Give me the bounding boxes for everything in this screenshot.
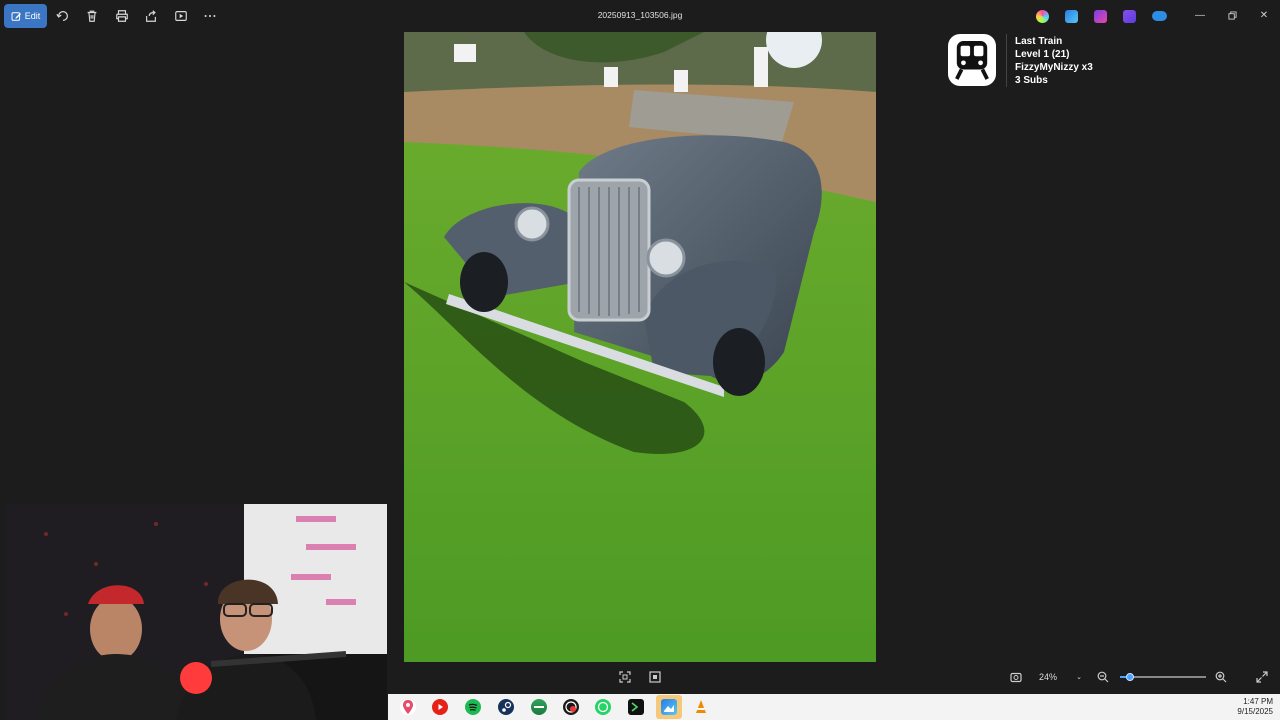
onedrive-icon[interactable] <box>1152 11 1167 21</box>
overlay-level: Level 1 (21) <box>1015 49 1070 60</box>
overlay-user: FizzyMyNizzy x3 <box>1015 62 1093 73</box>
restore-button[interactable] <box>1224 7 1240 23</box>
stream-overlay: Last Train Level 1 (21) FizzyMyNizzy x3 … <box>948 34 1093 87</box>
share-button[interactable] <box>143 8 159 24</box>
overlay-title: Last Train <box>1015 36 1063 47</box>
zoom-in-button[interactable] <box>1214 670 1228 684</box>
car-photo <box>404 32 876 662</box>
webcam-image <box>6 504 387 720</box>
visual-search-button[interactable] <box>1009 670 1023 684</box>
system-clock[interactable]: 1:47 PM 9/15/2025 <box>1237 697 1273 717</box>
expand-icon <box>1256 671 1268 683</box>
edit-button[interactable]: Edit <box>4 4 47 28</box>
steam-icon[interactable] <box>498 699 514 715</box>
file-name: 20250913_103506.jpg <box>597 10 683 20</box>
obs-icon[interactable] <box>563 699 579 715</box>
photo-canvas[interactable] <box>404 32 876 662</box>
taskbar: 1:47 PM 9/15/2025 <box>388 694 1280 720</box>
whatsapp-icon[interactable] <box>595 699 611 715</box>
slideshow-button[interactable] <box>173 8 189 24</box>
spotify-icon[interactable] <box>465 699 481 715</box>
designer-icon[interactable] <box>1123 10 1136 23</box>
minimize-icon: — <box>1195 9 1205 21</box>
delete-icon <box>87 10 97 22</box>
minimize-button[interactable]: — <box>1192 7 1208 23</box>
restore-icon <box>1227 10 1237 20</box>
train-icon <box>948 34 996 86</box>
rotate-icon <box>56 11 68 21</box>
fit-to-window-button[interactable] <box>618 670 632 684</box>
slideshow-icon <box>175 11 187 21</box>
zoom-in-icon <box>1215 671 1227 683</box>
close-button[interactable]: ✕ <box>1256 7 1272 23</box>
photos-app-window: Edit 20250913_103506.jpg — ✕ Last Train … <box>0 0 1280 720</box>
zoom-value: 24% <box>1039 672 1058 682</box>
more-icon <box>204 14 216 18</box>
zoom-out-button[interactable] <box>1096 670 1110 684</box>
title-bar: Edit 20250913_103506.jpg — ✕ <box>0 0 1280 32</box>
close-icon: ✕ <box>1259 9 1269 21</box>
vlc-icon[interactable] <box>693 699 709 715</box>
rotate-button[interactable] <box>55 8 71 24</box>
actual-size-icon <box>649 671 661 683</box>
webcam-feed <box>6 504 387 720</box>
zoom-level-dropdown[interactable]: 24% ⌄ <box>1032 668 1088 686</box>
chevron-down-icon: ⌄ <box>1076 674 1082 681</box>
zoom-slider[interactable] <box>1120 672 1208 682</box>
fit-icon <box>619 671 631 683</box>
terminal-icon[interactable] <box>628 699 644 715</box>
clipchamp-icon[interactable] <box>1094 10 1107 23</box>
edit-icon <box>11 11 21 21</box>
photos-icon[interactable] <box>661 699 677 715</box>
clock-date: 9/15/2025 <box>1237 707 1273 716</box>
print-button[interactable] <box>114 8 130 24</box>
zoom-out-icon <box>1097 671 1109 683</box>
zoom-slider-thumb[interactable] <box>1126 673 1134 681</box>
print-icon <box>116 10 128 22</box>
share-icon <box>146 10 156 22</box>
full-screen-button[interactable] <box>1255 670 1269 684</box>
actual-size-button[interactable] <box>648 670 662 684</box>
more-button[interactable] <box>202 8 218 24</box>
clock-time: 1:47 PM <box>1243 697 1273 706</box>
edit-label: Edit <box>24 11 41 21</box>
maps-icon[interactable] <box>400 699 416 715</box>
copilot-icon[interactable] <box>1036 10 1049 23</box>
camera-search-icon <box>1010 672 1022 683</box>
delete-button[interactable] <box>84 8 100 24</box>
youtube-icon[interactable] <box>432 699 448 715</box>
overlay-subs: 3 Subs <box>1015 75 1048 86</box>
photos-editor-icon[interactable] <box>1065 10 1078 23</box>
green-app-icon[interactable] <box>531 699 547 715</box>
